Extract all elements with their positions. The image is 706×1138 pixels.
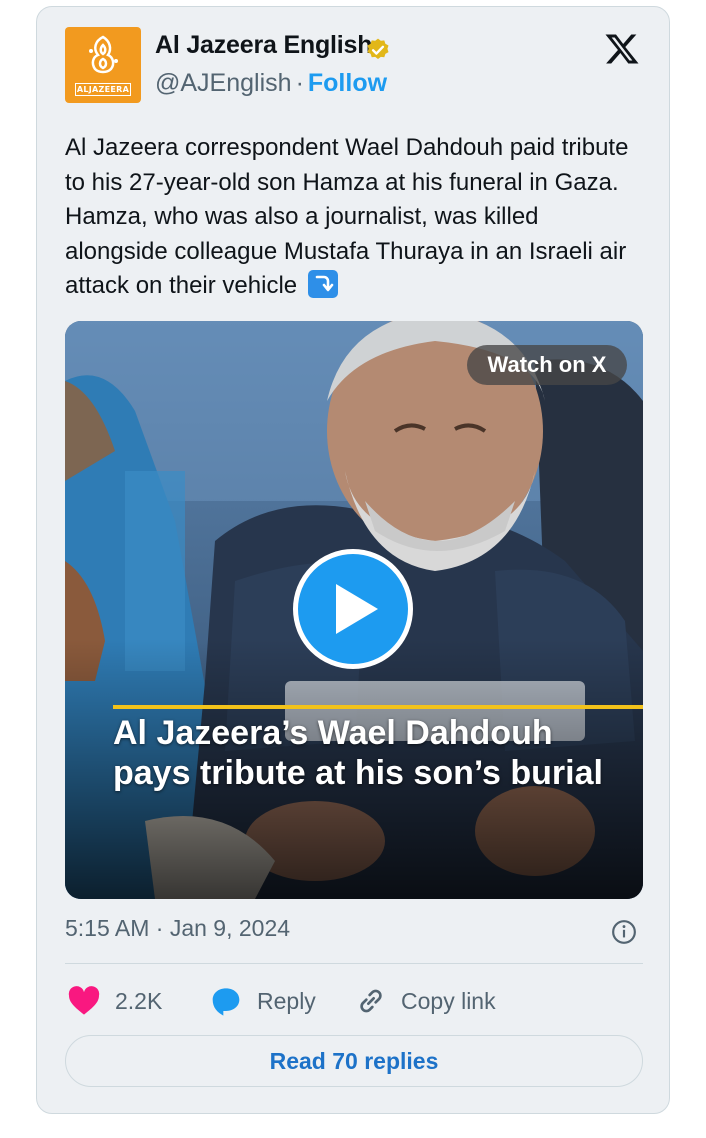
reply-button[interactable]: Reply [209, 983, 316, 1019]
handle[interactable]: @AJEnglish [155, 69, 292, 97]
divider [65, 963, 643, 964]
heart-icon [68, 986, 100, 1015]
like-count: 2.2K [115, 987, 163, 1014]
follow-button[interactable]: Follow [308, 69, 387, 97]
title-accent-bar [113, 705, 643, 709]
separator: · [295, 69, 304, 97]
info-icon[interactable] [611, 919, 637, 945]
x-logo-icon[interactable] [603, 31, 641, 67]
tweet-card: ALJAZEERA Al Jazeera English @AJEnglish ·… [36, 6, 670, 1114]
play-icon [336, 584, 378, 634]
video-overlay-title: Al Jazeera’s Wael Dahdouh pays tribute a… [113, 714, 603, 792]
play-button[interactable] [293, 549, 413, 669]
timestamp[interactable]: 5:15 AM · Jan 9, 2024 [65, 915, 290, 942]
avatar-logo-text: ALJAZEERA [75, 83, 131, 96]
arrow-down-right-icon [307, 270, 338, 298]
tweet-text: Al Jazeera correspondent Wael Dahdouh pa… [65, 131, 643, 304]
copy-link-button[interactable]: Copy link [355, 983, 496, 1019]
handle-row: @AJEnglish · Follow [155, 69, 387, 98]
avatar[interactable]: ALJAZEERA [65, 27, 141, 103]
link-icon [360, 989, 382, 1013]
watch-on-x-button[interactable]: Watch on X [467, 345, 627, 385]
verified-badge-icon [367, 38, 389, 59]
display-name[interactable]: Al Jazeera English [155, 31, 373, 60]
reply-label: Reply [257, 987, 316, 1014]
video-player[interactable]: Watch on X Al Jazeera’s Wael Dahdouh pay… [65, 321, 643, 899]
like-button[interactable]: 2.2K [67, 983, 162, 1019]
tweet-body: Al Jazeera correspondent Wael Dahdouh pa… [65, 134, 629, 299]
read-replies-button[interactable]: Read 70 replies [65, 1035, 643, 1087]
copy-link-label: Copy link [401, 987, 496, 1014]
reply-bubble-icon [212, 988, 240, 1016]
